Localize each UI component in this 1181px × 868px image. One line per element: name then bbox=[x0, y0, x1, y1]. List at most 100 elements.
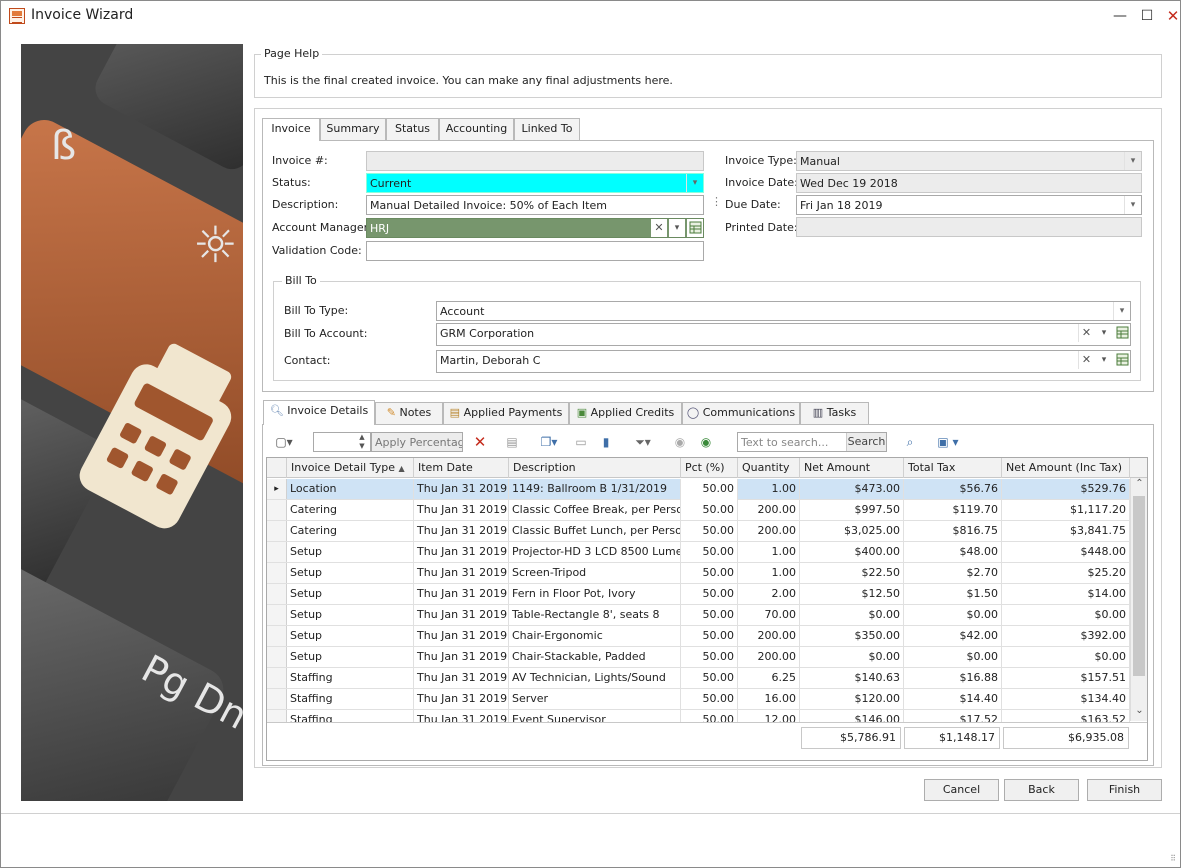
table-cell[interactable]: Classic Buffet Lunch, per Person bbox=[509, 521, 681, 542]
table-cell[interactable]: 1.00 bbox=[738, 542, 800, 563]
table-cell[interactable]: 50.00 bbox=[681, 479, 738, 500]
table-cell[interactable]: 6.25 bbox=[738, 668, 800, 689]
col-header-net-inc-tax[interactable]: Net Amount (Inc Tax) bbox=[1002, 458, 1130, 478]
table-cell[interactable]: Thu Jan 31 2019 bbox=[414, 521, 509, 542]
table-cell[interactable]: Thu Jan 31 2019 bbox=[414, 563, 509, 584]
close-button[interactable]: ✕ bbox=[1159, 5, 1181, 27]
search-button[interactable]: Search bbox=[846, 433, 886, 451]
col-header-description[interactable]: Description bbox=[509, 458, 681, 478]
table-cell[interactable]: Server bbox=[509, 689, 681, 710]
grid-scrollbar[interactable]: ⌃ ⌄ bbox=[1130, 478, 1147, 721]
table-cell[interactable]: $14.00 bbox=[1002, 584, 1130, 605]
clear-icon[interactable]: ✕ bbox=[1078, 351, 1094, 369]
table-cell[interactable]: Thu Jan 31 2019 bbox=[414, 689, 509, 710]
table-cell[interactable]: Thu Jan 31 2019 bbox=[414, 605, 509, 626]
table-row[interactable]: Staffing Thu Jan 31 2019 AV Technician, Li… bbox=[267, 668, 1147, 689]
row-indicator[interactable] bbox=[267, 668, 287, 688]
table-cell[interactable]: 200.00 bbox=[738, 521, 800, 542]
table-cell[interactable]: $25.20 bbox=[1002, 563, 1130, 584]
bill-to-type-select[interactable]: Account ▾ bbox=[436, 301, 1131, 321]
table-row[interactable]: Setup Thu Jan 31 2019 Projector-HD 3 LCD 8… bbox=[267, 542, 1147, 563]
chevron-down-icon[interactable]: ▾ bbox=[686, 174, 703, 192]
tab-linked-to[interactable]: Linked To bbox=[514, 118, 580, 140]
lookup-icon[interactable] bbox=[1114, 324, 1130, 342]
scroll-down-icon[interactable]: ⌄ bbox=[1131, 705, 1147, 721]
apply-percentage-button[interactable]: Apply Percentage bbox=[371, 432, 463, 452]
tab-status[interactable]: Status bbox=[386, 118, 439, 140]
resize-grip-icon[interactable]: ⠿ bbox=[1170, 854, 1176, 863]
row-indicator[interactable] bbox=[267, 689, 287, 709]
table-cell[interactable]: Setup bbox=[287, 542, 414, 563]
edit-icon[interactable]: ▤ bbox=[503, 432, 521, 452]
finish-button[interactable]: Finish bbox=[1087, 779, 1162, 801]
col-header-quantity[interactable]: Quantity bbox=[738, 458, 800, 478]
table-cell[interactable]: Catering bbox=[287, 521, 414, 542]
move-icon[interactable]: ▭ bbox=[572, 432, 590, 452]
validation-code-field[interactable] bbox=[366, 241, 704, 261]
filter-icon[interactable]: ⏷▾ bbox=[629, 432, 657, 452]
table-cell[interactable]: Catering bbox=[287, 500, 414, 521]
table-cell[interactable]: 50.00 bbox=[681, 626, 738, 647]
table-cell[interactable]: $0.00 bbox=[904, 605, 1002, 626]
table-row[interactable]: Setup Thu Jan 31 2019 Table-Rectangle 8', … bbox=[267, 605, 1147, 626]
contact-select[interactable]: Martin, Deborah C ✕ ▾ bbox=[436, 350, 1131, 373]
lookup-icon[interactable] bbox=[1114, 351, 1130, 369]
tab-notes[interactable]: ✎ Notes bbox=[375, 402, 443, 424]
account-manager-select[interactable]: HRJ ✕ ▾ bbox=[366, 218, 704, 238]
table-cell[interactable]: $22.50 bbox=[800, 563, 904, 584]
table-cell[interactable]: $140.63 bbox=[800, 668, 904, 689]
table-cell[interactable]: Projector-HD 3 LCD 8500 Lumens bbox=[509, 542, 681, 563]
status-select[interactable]: Current ▾ bbox=[366, 173, 704, 193]
table-cell[interactable]: 50.00 bbox=[681, 500, 738, 521]
table-cell[interactable]: Screen-Tripod bbox=[509, 563, 681, 584]
invoice-type-select[interactable]: Manual ▾ bbox=[796, 151, 1142, 171]
bookmark-icon[interactable]: ▮ bbox=[597, 432, 615, 452]
table-cell[interactable]: Classic Coffee Break, per Person bbox=[509, 500, 681, 521]
table-cell[interactable]: Thu Jan 31 2019 bbox=[414, 647, 509, 668]
table-cell[interactable]: $2.70 bbox=[904, 563, 1002, 584]
chevron-down-icon[interactable]: ▾ bbox=[669, 219, 685, 237]
refresh-icon[interactable]: ◉ bbox=[697, 432, 715, 452]
col-header-total-tax[interactable]: Total Tax bbox=[904, 458, 1002, 478]
table-row[interactable]: Setup Thu Jan 31 2019 Screen-Tripod 50.00 1.… bbox=[267, 563, 1147, 584]
table-row[interactable]: Setup Thu Jan 31 2019 Chair-Ergonomic 50.00… bbox=[267, 626, 1147, 647]
row-indicator[interactable] bbox=[267, 500, 287, 520]
table-cell[interactable]: $120.00 bbox=[800, 689, 904, 710]
chevron-down-icon[interactable]: ▾ bbox=[1124, 196, 1141, 214]
table-cell[interactable]: 70.00 bbox=[738, 605, 800, 626]
row-indicator[interactable] bbox=[267, 647, 287, 667]
chevron-down-icon[interactable]: ▾ bbox=[1096, 351, 1112, 369]
table-cell[interactable]: $529.76 bbox=[1002, 479, 1130, 500]
new-document-icon[interactable]: ▢▾ bbox=[271, 432, 297, 452]
table-cell[interactable]: Table-Rectangle 8', seats 8 bbox=[509, 605, 681, 626]
table-cell[interactable]: Thu Jan 31 2019 bbox=[414, 500, 509, 521]
row-indicator[interactable] bbox=[267, 605, 287, 625]
table-cell[interactable]: $42.00 bbox=[904, 626, 1002, 647]
table-cell[interactable]: $119.70 bbox=[904, 500, 1002, 521]
table-cell[interactable]: 50.00 bbox=[681, 563, 738, 584]
col-header-detail-type[interactable]: Invoice Detail Type ▲ bbox=[287, 458, 414, 478]
table-cell[interactable]: Thu Jan 31 2019 bbox=[414, 542, 509, 563]
table-cell[interactable]: $14.40 bbox=[904, 689, 1002, 710]
scroll-up-icon[interactable]: ⌃ bbox=[1131, 478, 1147, 494]
table-cell[interactable]: 50.00 bbox=[681, 605, 738, 626]
table-cell[interactable]: $997.50 bbox=[800, 500, 904, 521]
cancel-button[interactable]: Cancel bbox=[924, 779, 999, 801]
table-cell[interactable]: 50.00 bbox=[681, 689, 738, 710]
table-row[interactable]: Catering Thu Jan 31 2019 Classic Coffee Br… bbox=[267, 500, 1147, 521]
table-cell[interactable]: $56.76 bbox=[904, 479, 1002, 500]
table-cell[interactable]: Setup bbox=[287, 605, 414, 626]
row-indicator-arrow-icon[interactable]: ▸ bbox=[267, 479, 287, 499]
table-cell[interactable]: 50.00 bbox=[681, 647, 738, 668]
tab-applied-credits[interactable]: ▣ Applied Credits bbox=[569, 402, 682, 424]
row-indicator[interactable] bbox=[267, 542, 287, 562]
table-cell[interactable]: 16.00 bbox=[738, 689, 800, 710]
save-icon[interactable]: ▣ ▾ bbox=[933, 432, 963, 452]
table-cell[interactable]: 1.00 bbox=[738, 479, 800, 500]
table-cell[interactable]: $3,025.00 bbox=[800, 521, 904, 542]
table-cell[interactable]: Thu Jan 31 2019 bbox=[414, 479, 509, 500]
clear-icon[interactable]: ✕ bbox=[1078, 324, 1094, 342]
table-cell[interactable]: $350.00 bbox=[800, 626, 904, 647]
bill-to-account-select[interactable]: GRM Corporation ✕ ▾ bbox=[436, 323, 1131, 346]
table-cell[interactable]: Setup bbox=[287, 647, 414, 668]
